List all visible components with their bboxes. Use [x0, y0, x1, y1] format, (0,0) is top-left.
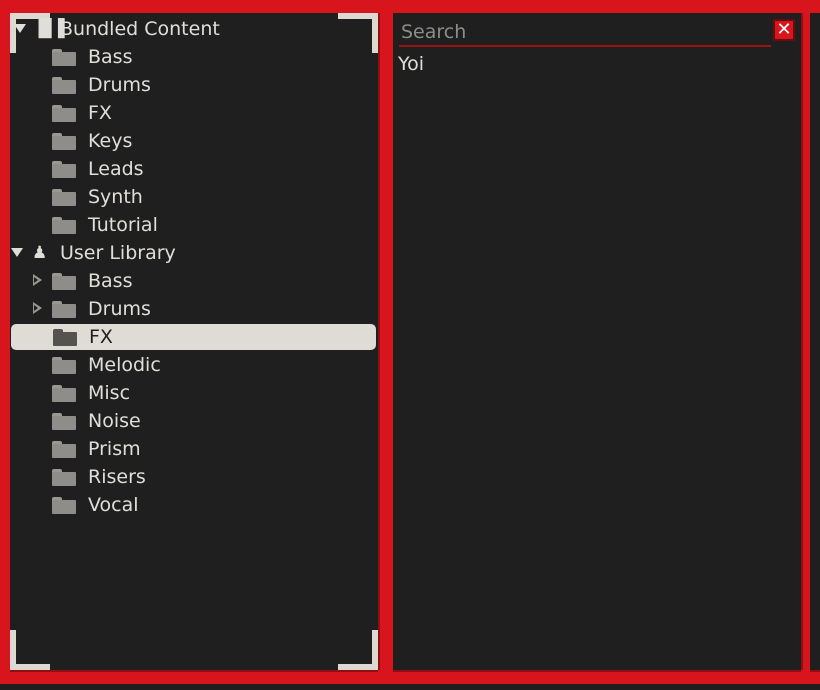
- expand-arrow-icon[interactable]: [33, 274, 42, 286]
- clear-search-button[interactable]: ✕: [773, 19, 795, 41]
- corner-bracket: [338, 630, 378, 670]
- tree-item-synth[interactable]: Synth: [10, 184, 378, 210]
- folder-icon: [52, 441, 76, 458]
- folder-icon: [52, 273, 76, 290]
- tree-item-label: Keys: [88, 130, 133, 152]
- tree-item-label: Melodic: [88, 354, 161, 376]
- search-input[interactable]: [399, 19, 771, 47]
- tree-item-label: Noise: [88, 410, 141, 432]
- tree-item-label: User Library: [60, 242, 176, 264]
- collapse-arrow-icon[interactable]: [11, 248, 23, 257]
- user-icon: ♟: [32, 243, 48, 263]
- folder-icon: [52, 133, 76, 150]
- tree-item-risers[interactable]: Risers: [10, 464, 378, 490]
- tree-item-label: Drums: [88, 74, 151, 96]
- tree-item-label: Vocal: [88, 494, 139, 516]
- folder-icon: [52, 49, 76, 66]
- folder-icon: [52, 357, 76, 374]
- folder-icon: [52, 497, 76, 514]
- corner-bracket: [10, 630, 50, 670]
- tree-item-label: FX: [89, 326, 113, 348]
- tree-item-label: Misc: [88, 382, 131, 404]
- tree-root-bundled-content[interactable]: ▐▌▌ Bundled Content: [10, 16, 378, 42]
- expand-arrow-icon[interactable]: [33, 302, 42, 314]
- folder-icon: [52, 217, 76, 234]
- search-panel: ✕ Yoi: [393, 13, 801, 670]
- close-icon: ✕: [776, 19, 792, 40]
- adjacent-panel-edge: [810, 13, 820, 670]
- tree-item-label: Risers: [88, 466, 146, 488]
- folder-icon: [52, 413, 76, 430]
- tree-item-bass[interactable]: Bass: [10, 268, 378, 294]
- tree-item-label: FX: [88, 102, 112, 124]
- tree-item-fx[interactable]: FX: [10, 100, 378, 126]
- tree-item-label: Bundled Content: [60, 18, 220, 40]
- folder-icon: [52, 469, 76, 486]
- tree-item-drums[interactable]: Drums: [10, 72, 378, 98]
- tree-item-melodic[interactable]: Melodic: [10, 352, 378, 378]
- tree-item-leads[interactable]: Leads: [10, 156, 378, 182]
- browser-tree-panel: ▐▌▌ Bundled Content Bass Drums FX Keys Leads Sy…: [10, 13, 378, 670]
- folder-icon: [52, 105, 76, 122]
- tree-item-noise[interactable]: Noise: [10, 408, 378, 434]
- folder-icon: [53, 329, 77, 346]
- tree-item-label: Leads: [88, 158, 144, 180]
- folder-icon: [52, 189, 76, 206]
- tree-item-keys[interactable]: Keys: [10, 128, 378, 154]
- folder-icon: [52, 77, 76, 94]
- tree-item-prism[interactable]: Prism: [10, 436, 378, 462]
- tree-item-label: Synth: [88, 186, 143, 208]
- tree-item-label: Tutorial: [88, 214, 158, 236]
- tree-item-fx[interactable]: FX: [11, 324, 376, 350]
- collapse-arrow-icon[interactable]: [14, 24, 26, 33]
- search-result-item[interactable]: Yoi: [398, 53, 424, 75]
- tree-root-user-library[interactable]: ♟ User Library: [10, 240, 378, 266]
- folder-icon: [52, 385, 76, 402]
- tree-item-label: Drums: [88, 298, 151, 320]
- tree-item-tutorial[interactable]: Tutorial: [10, 212, 378, 238]
- status-strip: [0, 684, 820, 690]
- tree-item-vocal[interactable]: Vocal: [10, 492, 378, 518]
- tree-item-drums[interactable]: Drums: [10, 296, 378, 322]
- tree-item-label: Bass: [88, 270, 133, 292]
- tree-item-misc[interactable]: Misc: [10, 380, 378, 406]
- folder-icon: [52, 161, 76, 178]
- folder-icon: [52, 301, 76, 318]
- tree-item-bass[interactable]: Bass: [10, 44, 378, 70]
- tree-item-label: Bass: [88, 46, 133, 68]
- tree-item-label: Prism: [88, 438, 141, 460]
